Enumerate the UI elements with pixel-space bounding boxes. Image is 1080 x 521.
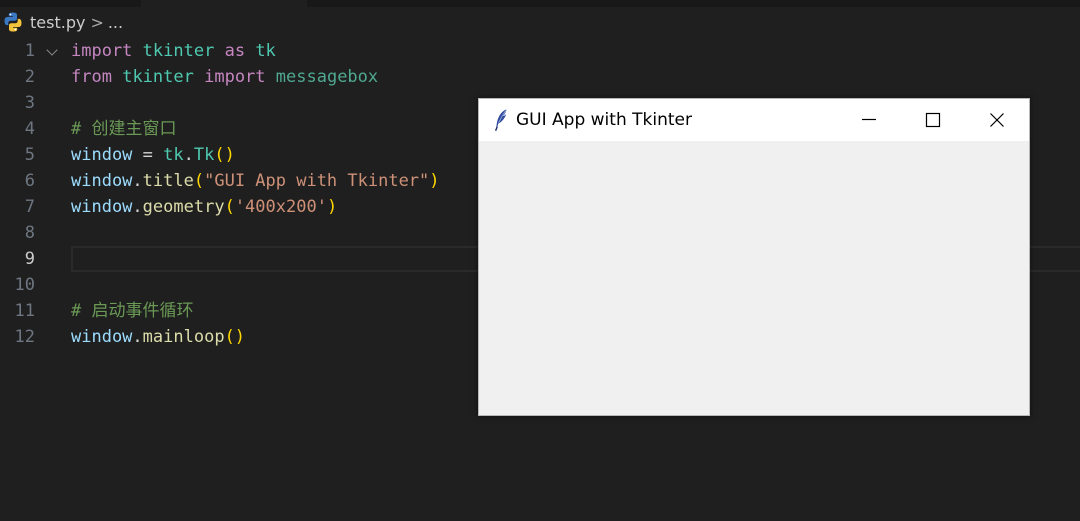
code-token: title xyxy=(142,171,194,191)
line-number: 3 xyxy=(24,93,35,113)
line-number: 12 xyxy=(14,327,35,347)
code-token: # 启动事件循环 xyxy=(71,301,194,321)
code-token: = xyxy=(132,145,164,165)
code-token: as xyxy=(224,41,246,61)
code-token: tkinter xyxy=(122,67,194,87)
code-editor: test.py > ... 1 import tkinter as tk 2 from… xyxy=(0,0,1080,521)
code-token: . xyxy=(183,145,194,165)
code-token: window xyxy=(71,171,133,191)
line-number: 9 xyxy=(24,249,35,269)
line-number: 2 xyxy=(24,67,35,87)
code-token: ) xyxy=(429,171,440,191)
line-number: 4 xyxy=(24,119,35,139)
code-token: window xyxy=(71,145,133,165)
code-text: window.title("GUI App with Tkinter") xyxy=(71,168,440,194)
code-token: () xyxy=(224,327,246,347)
breadcrumb-file[interactable]: test.py xyxy=(30,13,85,32)
code-token: ( xyxy=(193,171,205,191)
code-text: window.mainloop() xyxy=(71,324,245,350)
code-token: window xyxy=(71,327,133,347)
feather-icon xyxy=(494,109,507,132)
window-titlebar[interactable]: GUI App with Tkinter xyxy=(479,99,1029,141)
code-token: # 创建主窗口 xyxy=(71,119,177,139)
code-token: tkinter xyxy=(142,41,215,61)
breadcrumb-more[interactable]: ... xyxy=(108,13,123,32)
code-text: # 启动事件循环 xyxy=(71,298,193,324)
breadcrumb: test.py > ... xyxy=(0,8,123,36)
code-line[interactable]: 1 import tkinter as tk xyxy=(0,38,1080,64)
code-token: import xyxy=(71,41,133,61)
tkinter-window[interactable]: GUI App with Tkinter xyxy=(478,98,1030,416)
fold-chevron-icon[interactable] xyxy=(46,44,58,56)
code-token: from xyxy=(71,67,112,87)
line-number: 11 xyxy=(14,301,35,321)
line-number: 5 xyxy=(24,145,35,165)
window-title: GUI App with Tkinter xyxy=(516,110,692,130)
close-button[interactable] xyxy=(965,99,1029,141)
code-token: geometry xyxy=(142,197,225,217)
code-text: from tkinter import messagebox xyxy=(71,64,378,90)
minimize-button[interactable] xyxy=(837,99,901,141)
code-token: () xyxy=(214,145,235,165)
code-token: . xyxy=(132,327,143,347)
minimize-icon xyxy=(862,118,876,121)
editor-tab[interactable] xyxy=(141,0,307,7)
breadcrumb-separator: > xyxy=(90,12,104,32)
line-number: 7 xyxy=(24,197,35,217)
code-token: "GUI App with Tkinter" xyxy=(204,171,430,191)
code-token: mainloop xyxy=(142,327,225,347)
code-text: window = tk.Tk() xyxy=(71,142,235,168)
code-text: window.geometry('400x200') xyxy=(71,194,337,220)
code-text: import tkinter as tk xyxy=(71,38,276,64)
code-text: # 创建主窗口 xyxy=(71,116,176,142)
line-number: 6 xyxy=(24,171,35,191)
code-token: tk xyxy=(163,145,184,165)
python-file-icon xyxy=(4,12,22,32)
close-icon xyxy=(990,113,1004,127)
code-line[interactable]: 2 from tkinter import messagebox xyxy=(0,64,1080,90)
editor-tab-strip xyxy=(0,0,1080,7)
window-content xyxy=(479,141,1029,415)
code-token: Tk xyxy=(193,145,215,165)
code-token: . xyxy=(132,171,143,191)
maximize-icon xyxy=(925,112,941,128)
code-token: . xyxy=(132,197,143,217)
code-token: window xyxy=(71,197,133,217)
line-number: 8 xyxy=(24,223,35,243)
code-token: messagebox xyxy=(275,67,379,87)
maximize-button[interactable] xyxy=(901,99,965,141)
code-token: '400x200' xyxy=(234,197,327,217)
code-token: tk xyxy=(255,41,276,61)
line-number: 1 xyxy=(24,41,35,61)
code-token: ( xyxy=(224,197,235,217)
code-token: ) xyxy=(326,197,338,217)
line-number: 10 xyxy=(14,275,35,295)
code-token: import xyxy=(204,67,266,87)
